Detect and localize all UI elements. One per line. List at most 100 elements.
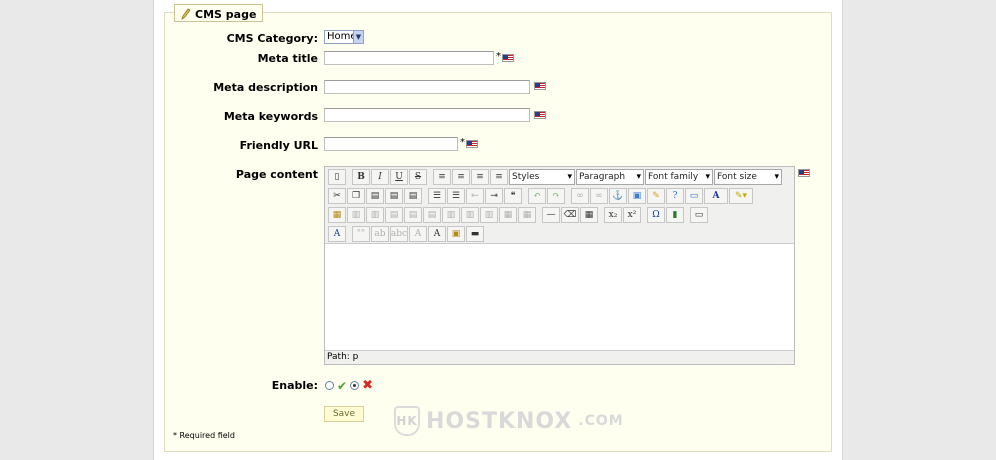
shield-logo-icon: HK (394, 406, 420, 436)
required-field-note: * Required field (173, 431, 235, 440)
subscript-icon[interactable]: x₂ (604, 207, 622, 223)
insert-row-after-icon[interactable]: ▤ (404, 207, 422, 223)
split-cells-icon[interactable]: ▦ (499, 207, 517, 223)
ins-icon[interactable]: A (428, 226, 446, 242)
delete-row-icon[interactable]: ▤ (423, 207, 441, 223)
media-icon[interactable]: ▮ (666, 207, 684, 223)
required-mark: * (496, 51, 501, 62)
delete-col-icon[interactable]: ▥ (480, 207, 498, 223)
align-right-icon[interactable]: ≡ (471, 169, 489, 185)
us-flag-icon[interactable] (466, 140, 478, 148)
table-icon[interactable]: ▦ (328, 207, 346, 223)
rich-text-editor: ▯ B I U S ≡ ≡ ≡ ≡ Styles Paragraph Font … (324, 166, 795, 365)
remove-format-icon[interactable]: ⌫ (561, 207, 579, 223)
meta-description-label: Meta description (213, 81, 318, 94)
us-flag-icon[interactable] (502, 54, 514, 62)
cut-icon[interactable]: ✂ (328, 188, 346, 204)
fullscreen-icon[interactable]: ▭ (690, 207, 708, 223)
row-props-icon[interactable]: ▥ (347, 207, 365, 223)
cell-props-icon[interactable]: ▥ (366, 207, 384, 223)
help-icon[interactable]: ? (666, 188, 684, 204)
redo-icon[interactable]: ↷ (547, 188, 565, 204)
visual-aid-icon[interactable]: ▦ (580, 207, 598, 223)
undo-icon[interactable]: ↶ (528, 188, 546, 204)
bullet-list-icon[interactable]: ☰ (428, 188, 446, 204)
special-char-icon[interactable]: Ω (647, 207, 665, 223)
watermark: HK HOSTKNOX .COM (394, 406, 624, 436)
strikethrough-button[interactable]: S (409, 169, 427, 185)
toolbar-row-1: ▯ B I U S ≡ ≡ ≡ ≡ Styles Paragraph Font … (328, 168, 782, 186)
editor-toolbar: ▯ B I U S ≡ ≡ ≡ ≡ Styles Paragraph Font … (325, 167, 794, 244)
us-flag-icon[interactable] (798, 169, 810, 177)
meta-title-label: Meta title (257, 52, 318, 65)
font-color-icon[interactable]: A (704, 188, 728, 204)
outdent-icon[interactable]: ⇤ (466, 188, 484, 204)
enable-label: Enable: (271, 379, 318, 392)
paste-word-icon[interactable]: ▤ (404, 188, 422, 204)
cms-category-label: CMS Category: (226, 32, 318, 45)
enable-no-radio[interactable] (350, 381, 360, 390)
bold-button[interactable]: B (352, 169, 370, 185)
us-flag-icon[interactable] (534, 111, 546, 119)
insert-row-before-icon[interactable]: ▤ (385, 207, 403, 223)
highlight-color-icon[interactable]: ✎▾ (729, 188, 753, 204)
indent-icon[interactable]: ⇥ (485, 188, 503, 204)
paste-icon[interactable]: ▤ (366, 188, 384, 204)
chevron-down-icon: ▼ (353, 31, 363, 43)
editor-content-area[interactable] (325, 245, 794, 351)
merge-cells-icon[interactable]: ▦ (518, 207, 536, 223)
align-justify-icon[interactable]: ≡ (490, 169, 508, 185)
insert-col-after-icon[interactable]: ▥ (461, 207, 479, 223)
html-source-icon[interactable]: ▭ (685, 188, 703, 204)
toolbar-row-4: A "" ab abc A A ▣ ▬ (328, 225, 484, 243)
friendly-url-input[interactable] (324, 137, 458, 151)
fieldset-legend: CMS page (174, 4, 264, 22)
page-content-label: Page content (235, 168, 318, 181)
align-left-icon[interactable]: ≡ (433, 169, 451, 185)
superscript-icon[interactable]: x² (623, 207, 641, 223)
watermark-suffix: .COM (578, 413, 624, 429)
cms-category-select[interactable]: Home ▼ (324, 30, 364, 44)
meta-keywords-input[interactable] (324, 108, 530, 122)
del-icon[interactable]: A (409, 226, 427, 242)
cross-icon: ✖ (362, 378, 373, 393)
underline-button[interactable]: U (390, 169, 408, 185)
pencil-icon (181, 8, 191, 20)
numbered-list-icon[interactable]: ☰ (447, 188, 465, 204)
check-icon: ✔ (337, 378, 348, 393)
friendly-url-label: Friendly URL (239, 139, 318, 152)
font-size-dropdown[interactable]: Font size (714, 169, 782, 185)
cite-icon[interactable]: "" (352, 226, 370, 242)
unlink-icon[interactable]: ∞ (590, 188, 608, 204)
link-icon[interactable]: ∞ (571, 188, 589, 204)
copy-icon[interactable]: ❐ (347, 188, 365, 204)
char-map-icon[interactable]: ▬ (466, 226, 484, 242)
align-center-icon[interactable]: ≡ (452, 169, 470, 185)
font-family-dropdown[interactable]: Font family (645, 169, 713, 185)
watermark-text: HOSTKNOX (426, 408, 573, 434)
legend-title: CMS page (195, 7, 257, 21)
attributes-icon[interactable]: ▣ (447, 226, 465, 242)
acronym-icon[interactable]: abc (390, 226, 408, 242)
spellcheck-icon[interactable]: A (328, 226, 346, 242)
toolbar-row-2: ✂ ❐ ▤ ▤ ▤ ☰ ☰ ⇤ ⇥ ❝ ↶ ↷ ∞ ∞ ⚓ ▣ ✎ ? ▭ A … (328, 187, 753, 205)
blockquote-icon[interactable]: ❝ (504, 188, 522, 204)
format-dropdown[interactable]: Paragraph (576, 169, 644, 185)
meta-description-input[interactable] (324, 80, 530, 94)
image-icon[interactable]: ▣ (628, 188, 646, 204)
enable-yes-radio[interactable] (325, 381, 334, 390)
save-button[interactable]: Save (324, 406, 364, 422)
paste-text-icon[interactable]: ▤ (385, 188, 403, 204)
anchor-icon[interactable]: ⚓ (609, 188, 627, 204)
us-flag-icon[interactable] (534, 82, 546, 90)
abbr-icon[interactable]: ab (371, 226, 389, 242)
enable-options: ✔ ✖ (325, 378, 373, 393)
meta-title-input[interactable] (324, 51, 494, 65)
required-mark: * (460, 137, 465, 148)
insert-col-before-icon[interactable]: ▥ (442, 207, 460, 223)
cleanup-icon[interactable]: ✎ (647, 188, 665, 204)
new-document-icon[interactable]: ▯ (328, 169, 346, 185)
styles-dropdown[interactable]: Styles (509, 169, 575, 185)
horizontal-rule-icon[interactable]: — (542, 207, 560, 223)
italic-button[interactable]: I (371, 169, 389, 185)
